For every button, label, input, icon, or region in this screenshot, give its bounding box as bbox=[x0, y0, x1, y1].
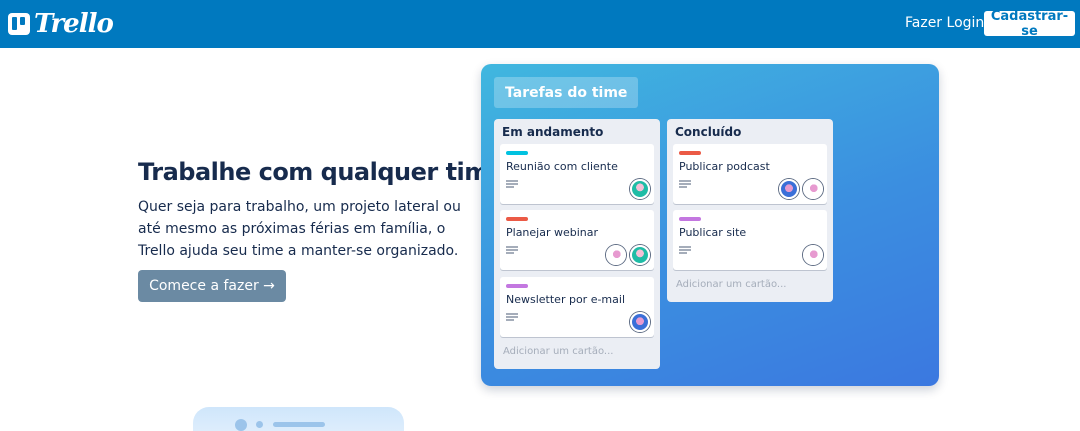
login-link[interactable]: Fazer Login bbox=[905, 15, 984, 31]
hero-description: Quer seja para trabalho, um projeto late… bbox=[138, 199, 461, 259]
description-icon bbox=[679, 246, 691, 254]
text-placeholder-bar bbox=[273, 422, 325, 427]
member-avatar[interactable] bbox=[630, 179, 650, 199]
list-title: Em andamento bbox=[502, 125, 604, 139]
get-started-button[interactable]: Comece a fazer → bbox=[138, 270, 286, 302]
card-publish-site[interactable]: Publicar site bbox=[673, 210, 827, 270]
card-client-meeting[interactable]: Reunião com cliente bbox=[500, 144, 654, 204]
board-title[interactable]: Tarefas do time bbox=[494, 77, 639, 108]
description-icon bbox=[506, 246, 518, 254]
mobile-illustration bbox=[193, 407, 404, 431]
card-label-cyan bbox=[506, 151, 528, 155]
card-title: Planejar webinar bbox=[506, 226, 599, 239]
list-title: Concluído bbox=[675, 125, 742, 139]
description-icon bbox=[506, 180, 518, 188]
member-avatar[interactable] bbox=[779, 179, 799, 199]
card-email-newsletter[interactable]: Newsletter por e-mail bbox=[500, 277, 654, 337]
card-label-red bbox=[679, 151, 701, 155]
add-card-link[interactable]: Adicionar um cartão... bbox=[676, 279, 786, 290]
status-dot-icon bbox=[256, 421, 263, 428]
logo-text: Trello bbox=[34, 9, 114, 39]
add-card-link[interactable]: Adicionar um cartão... bbox=[503, 346, 613, 357]
card-title: Publicar site bbox=[679, 226, 747, 239]
avatar-placeholder-icon bbox=[235, 419, 247, 431]
card-title: Newsletter por e-mail bbox=[506, 293, 625, 306]
card-label-purple bbox=[506, 284, 528, 288]
top-navbar: Trello Fazer Login Cadastrar-se bbox=[0, 0, 1080, 48]
member-avatar[interactable] bbox=[606, 245, 626, 265]
trello-logo[interactable]: Trello bbox=[8, 9, 114, 39]
description-icon bbox=[679, 180, 691, 188]
trello-board-icon bbox=[8, 13, 30, 35]
card-title: Reunião com cliente bbox=[506, 160, 618, 173]
list-done: Concluído Publicar podcast Publicar site… bbox=[667, 119, 833, 302]
team-board: Tarefas do time Em andamento Reunião com… bbox=[481, 64, 939, 386]
description-icon bbox=[506, 313, 518, 321]
list-in-progress: Em andamento Reunião com cliente Planeja… bbox=[494, 119, 660, 369]
member-avatar[interactable] bbox=[803, 245, 823, 265]
member-avatar[interactable] bbox=[803, 179, 823, 199]
member-avatar[interactable] bbox=[630, 312, 650, 332]
card-label-purple bbox=[679, 217, 701, 221]
member-avatar[interactable] bbox=[630, 245, 650, 265]
signup-button[interactable]: Cadastrar-se bbox=[984, 9, 1075, 39]
card-publish-podcast[interactable]: Publicar podcast bbox=[673, 144, 827, 204]
card-plan-webinar[interactable]: Planejar webinar bbox=[500, 210, 654, 270]
card-label-red bbox=[506, 217, 528, 221]
hero-title: Trabalhe com qualquer time bbox=[138, 158, 505, 186]
card-title: Publicar podcast bbox=[679, 160, 770, 173]
